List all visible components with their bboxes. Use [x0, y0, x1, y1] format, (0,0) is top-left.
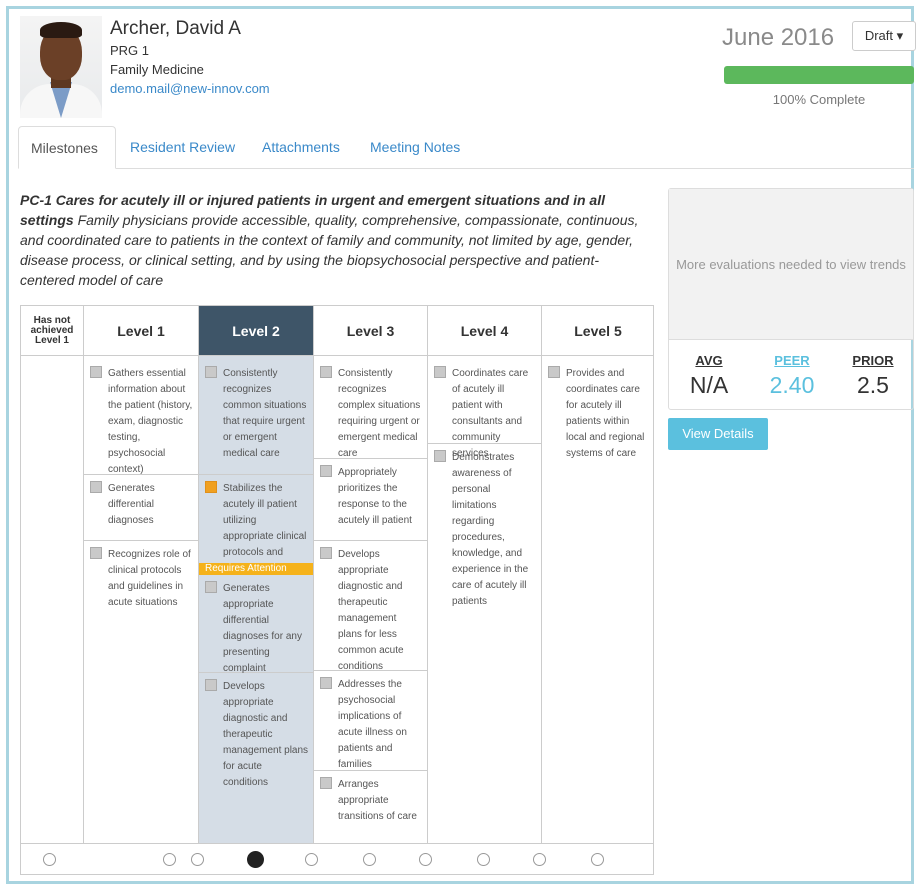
tab-bar: Milestones Resident Review Attachments M…: [18, 126, 914, 169]
flag-icon[interactable]: [434, 450, 446, 462]
column-header-level-4: Level 4: [428, 306, 541, 356]
level-radio[interactable]: [363, 853, 376, 866]
milestone-grid: Has not achieved Level 1 Level 1 Gathers…: [20, 305, 654, 875]
completion-progress-label: 100% Complete: [772, 92, 866, 107]
view-details-button[interactable]: View Details: [668, 418, 768, 450]
flag-icon[interactable]: [434, 366, 446, 378]
resident-email-link[interactable]: demo.mail@new-innov.com: [110, 81, 270, 96]
milestone-item[interactable]: Gathers essential information about the …: [84, 360, 198, 475]
milestone-item-text: Appropriately prioritizes the response t…: [338, 467, 412, 526]
milestone-item[interactable]: Coordinates care of acutely ill patient …: [428, 360, 541, 459]
column-header-level-3: Level 3: [314, 306, 427, 356]
milestone-item-text: Consistently recognizes common situation…: [223, 368, 307, 459]
level-radio[interactable]: [191, 853, 204, 866]
peer-value: 2.40: [769, 372, 815, 398]
resident-department: Family Medicine: [110, 62, 204, 77]
tab-milestones[interactable]: Milestones: [18, 126, 116, 169]
milestone-item[interactable]: Recognizes role of clinical protocols an…: [84, 541, 198, 611]
flag-icon[interactable]: [320, 465, 332, 477]
tab-attachments[interactable]: Attachments: [250, 126, 352, 168]
avg-stat: AVG N/A: [669, 353, 749, 399]
flag-icon[interactable]: [90, 481, 102, 493]
level-radio[interactable]: [305, 853, 318, 866]
level-radio[interactable]: [591, 853, 604, 866]
prior-label: PRIOR: [852, 353, 894, 368]
column-header-level-5: Level 5: [542, 306, 654, 356]
flag-icon[interactable]: [90, 366, 102, 378]
flag-icon[interactable]: [320, 547, 332, 559]
caret-down-icon: ▾: [896, 28, 904, 43]
column-header-level-1: Level 1: [84, 306, 198, 356]
milestone-item-text: Arranges appropriate transitions of care: [338, 779, 417, 822]
flag-icon[interactable]: [205, 481, 217, 493]
tab-meeting-notes[interactable]: Meeting Notes: [358, 126, 472, 168]
avg-label: AVG: [695, 353, 723, 368]
level-radio[interactable]: [43, 853, 56, 866]
prior-value: 2.5: [857, 372, 889, 398]
flag-icon[interactable]: [90, 547, 102, 559]
milestone-item[interactable]: Consistently recognizes common situation…: [199, 360, 313, 475]
milestone-item-text: Consistently recognizes complex situatio…: [338, 368, 421, 459]
milestone-item[interactable]: Arranges appropriate transitions of care: [314, 771, 427, 822]
flag-icon[interactable]: [205, 679, 217, 691]
milestone-item-flagged[interactable]: Stabilizes the acutely ill patient utili…: [199, 475, 313, 574]
flag-icon[interactable]: [320, 777, 332, 789]
milestone-item-text: Generates differential diagnoses: [108, 483, 155, 526]
milestone-item-text: Provides and coordinates care for acutel…: [566, 368, 645, 459]
milestone-item-text: Recognizes role of clinical protocols an…: [108, 549, 191, 608]
milestone-item[interactable]: Generates appropriate differential diagn…: [199, 575, 313, 674]
peer-stat[interactable]: PEER 2.40: [752, 353, 832, 399]
resident-name: Archer, David A: [110, 18, 241, 39]
column-level-2[interactable]: Level 2 Consistently recognizes common s…: [198, 306, 313, 843]
flag-icon[interactable]: [320, 366, 332, 378]
milestone-item[interactable]: Provides and coordinates care for acutel…: [542, 360, 654, 460]
prior-stat: PRIOR 2.5: [833, 353, 913, 399]
flag-icon[interactable]: [548, 366, 560, 378]
level-radio[interactable]: [163, 853, 176, 866]
milestone-item-text: Develops appropriate diagnostic and ther…: [223, 681, 309, 788]
column-level-3[interactable]: Level 3 Consistently recognizes complex …: [313, 306, 427, 843]
milestone-description: PC-1 Cares for acutely ill or injured pa…: [20, 190, 652, 290]
milestone-item-text: Stabilizes the acutely ill patient utili…: [223, 483, 307, 574]
milestone-item-text: Gathers essential information about the …: [108, 368, 193, 475]
peer-label[interactable]: PEER: [752, 353, 832, 368]
milestone-item[interactable]: Appropriately prioritizes the response t…: [314, 459, 427, 541]
requires-attention-badge: Requires Attention: [199, 563, 313, 575]
milestone-item-text: Generates appropriate differential diagn…: [223, 583, 302, 674]
milestone-item-text: Addresses the psychosocial implications …: [338, 679, 407, 770]
milestone-item[interactable]: Develops appropriate diagnostic and ther…: [199, 673, 313, 788]
level-radio-selected[interactable]: [247, 851, 264, 868]
milestone-item-text: Demonstrates awareness of personal limit…: [452, 452, 529, 607]
milestone-item[interactable]: Demonstrates awareness of personal limit…: [428, 444, 541, 607]
completion-progress-bar: [724, 66, 914, 84]
level-radio[interactable]: [419, 853, 432, 866]
column-not-achieved[interactable]: Has not achieved Level 1: [21, 306, 83, 843]
milestone-item[interactable]: Addresses the psychosocial implications …: [314, 671, 427, 771]
column-header-not-achieved: Has not achieved Level 1: [21, 306, 83, 356]
milestone-item[interactable]: Generates differential diagnoses: [84, 475, 198, 541]
flag-icon[interactable]: [320, 677, 332, 689]
milestone-item[interactable]: Consistently recognizes complex situatio…: [314, 360, 427, 459]
flag-icon[interactable]: [205, 581, 217, 593]
level-radio-row: [21, 843, 653, 875]
avg-value: N/A: [689, 372, 729, 398]
trend-message: More evaluations needed to view trends: [669, 189, 913, 340]
milestone-item-text: Develops appropriate diagnostic and ther…: [338, 549, 404, 672]
flag-icon[interactable]: [205, 366, 217, 378]
resident-pgy: PRG 1: [110, 43, 150, 58]
column-level-1[interactable]: Level 1 Gathers essential information ab…: [83, 306, 198, 843]
trend-panel: More evaluations needed to view trends A…: [668, 188, 914, 410]
resident-avatar: [20, 16, 102, 118]
column-level-4[interactable]: Level 4 Coordinates care of acutely ill …: [427, 306, 541, 843]
draft-status-dropdown[interactable]: Draft ▾: [852, 21, 916, 51]
tab-resident-review[interactable]: Resident Review: [118, 126, 247, 168]
milestone-text: Family physicians provide accessible, qu…: [20, 212, 639, 288]
column-header-level-2: Level 2: [199, 306, 313, 356]
milestone-item[interactable]: Develops appropriate diagnostic and ther…: [314, 541, 427, 672]
column-level-5[interactable]: Level 5 Provides and coordinates care fo…: [541, 306, 654, 843]
draft-label: Draft: [864, 28, 893, 43]
evaluation-month: June 2016: [722, 24, 835, 51]
level-radio[interactable]: [477, 853, 490, 866]
level-radio[interactable]: [533, 853, 546, 866]
